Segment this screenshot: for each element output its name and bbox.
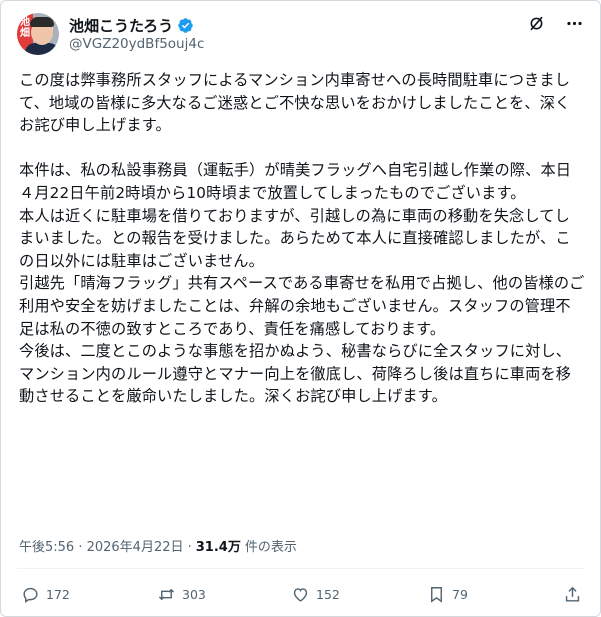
- views-count: 31.4万: [195, 540, 241, 555]
- header-actions: [526, 13, 584, 33]
- verified-badge-icon: [178, 18, 193, 33]
- repost-count: 303: [182, 587, 206, 602]
- post-header: 池畑 池畑こうたろう @VGZ20ydBf5ouj4c: [17, 13, 584, 57]
- repost-icon: [158, 588, 175, 601]
- bookmark-count: 79: [452, 587, 468, 602]
- grok-icon: [529, 16, 543, 30]
- like-count: 152: [316, 587, 340, 602]
- bookmark-icon: [431, 587, 442, 603]
- more-icon: [566, 21, 582, 25]
- reply-count: 172: [46, 587, 70, 602]
- heart-icon: [293, 588, 308, 602]
- repost-button[interactable]: 303: [157, 585, 206, 604]
- post-text: この度は弊事務所スタッフによるマンション内車寄せへの長時間駐車につきまして、地域…: [19, 71, 585, 406]
- post-card: 池畑 池畑こうたろう @VGZ20ydBf5ouj4c この度は弊事務所スタッフ…: [0, 0, 601, 617]
- reply-button[interactable]: 172: [21, 585, 70, 604]
- share-icon: [565, 586, 580, 602]
- avatar-hair: [30, 17, 54, 27]
- divider: [17, 568, 584, 569]
- more-button[interactable]: [564, 13, 584, 33]
- post-meta: 午後5:56 · 2026年4月22日 · 31.4万 件の表示: [19, 536, 297, 555]
- author-handle[interactable]: @VGZ20ydBf5ouj4c: [69, 36, 204, 52]
- share-button[interactable]: [563, 585, 582, 604]
- author-name-row: 池畑こうたろう: [69, 15, 194, 36]
- action-bar: 172 303 152 79: [21, 585, 580, 613]
- grok-button[interactable]: [526, 13, 546, 33]
- like-button[interactable]: 152: [291, 585, 340, 604]
- bookmark-button[interactable]: 79: [427, 585, 468, 604]
- author-display-name[interactable]: 池畑こうたろう: [69, 15, 173, 36]
- avatar[interactable]: 池畑: [17, 13, 59, 55]
- reply-icon: [23, 587, 38, 604]
- post-timestamp[interactable]: 午後5:56 · 2026年4月22日 ·: [19, 536, 192, 555]
- views-label: 件の表示: [244, 540, 297, 555]
